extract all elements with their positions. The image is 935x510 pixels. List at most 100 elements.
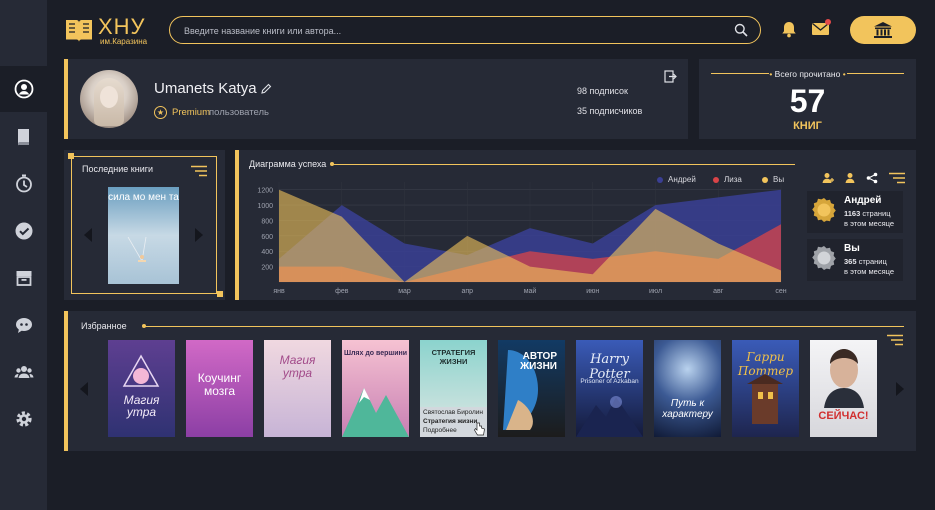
favorite-book-cover[interactable]: Harry Potter Prisoner of Azkaban	[576, 340, 643, 437]
logo-subtitle: им.Каразина	[100, 37, 148, 46]
x-tick-label: сен	[775, 288, 786, 295]
logout-icon[interactable]	[664, 70, 677, 83]
x-tick-label: янв	[273, 288, 285, 295]
book-title: СТРАТЕГИЯ ЖИЗНИ	[431, 348, 476, 366]
premium-user-label: пользователь	[209, 107, 269, 118]
gear-icon	[15, 411, 32, 427]
y-tick-label: 1000	[257, 203, 273, 210]
y-tick-label: 1200	[257, 188, 273, 195]
book-cover-title: сила мо мен та	[108, 192, 179, 203]
y-tick-label: 600	[261, 234, 273, 241]
accent-bar	[235, 150, 239, 300]
favorite-book-cover[interactable]: АВТОР ЖИЗНИ	[498, 340, 565, 437]
book-title: Шлях до вершини	[343, 350, 408, 357]
book-cover[interactable]: сила мо мен та	[108, 187, 179, 284]
edit-pencil-icon[interactable]	[260, 83, 272, 95]
x-tick-label: фев	[335, 288, 349, 295]
rank-card[interactable]: Вы 365 страниц в этом месяце	[807, 239, 903, 281]
subscribers-count[interactable]: 35 подписчиков	[577, 106, 642, 116]
accent-bar	[64, 59, 68, 139]
favorite-book-cover[interactable]: СЕЙЧАС!	[810, 340, 877, 437]
premium-label: Premium	[172, 107, 211, 118]
book-title: СЕЙЧАС!	[818, 410, 869, 422]
x-tick-label: июн	[586, 288, 599, 295]
menu-icon[interactable]	[887, 334, 903, 346]
success-area-chart: 1200 1000 800 600 400 200 янв фев мар апр май июн ию…	[257, 182, 787, 295]
rank-pages: 365 страниц	[844, 257, 887, 266]
x-tick-label: май	[524, 287, 537, 295]
rank-name: Андрей	[844, 195, 882, 206]
x-tick-label: апр	[461, 288, 473, 295]
sidebar-item-chat[interactable]	[0, 302, 47, 348]
university-building-icon	[874, 22, 892, 38]
sidebar-item-profile[interactable]	[0, 66, 47, 112]
stopwatch-icon	[15, 174, 32, 193]
prev-arrow-icon[interactable]	[84, 228, 92, 242]
favorites-title: Избранное	[81, 321, 127, 331]
sidebar-item-library[interactable]	[0, 114, 47, 160]
y-tick-label: 800	[261, 218, 273, 225]
sidebar-item-friends[interactable]	[0, 349, 47, 395]
divider	[144, 326, 904, 327]
user-icon	[14, 79, 33, 99]
hover-author: Святослав Биролин	[423, 409, 484, 416]
chat-icon	[15, 318, 32, 333]
search-bar	[169, 16, 761, 44]
y-tick-label: 400	[261, 249, 273, 256]
favorite-book-cover[interactable]: Магия утра	[264, 340, 331, 437]
rank-pages: 1163 страниц	[844, 209, 891, 218]
rank-name: Вы	[844, 243, 860, 254]
premium-star-icon: ★	[154, 106, 167, 119]
add-user-icon[interactable]	[822, 172, 834, 184]
next-arrow-icon[interactable]	[195, 228, 203, 242]
bell-icon[interactable]	[780, 20, 798, 38]
prev-arrow-icon[interactable]	[80, 382, 88, 396]
open-book-logo-icon	[66, 20, 92, 42]
user-icon[interactable]	[844, 172, 856, 184]
favorite-book-cover[interactable]: СТРАТЕГИЯ ЖИЗНИ Святослав Биролин Страте…	[420, 340, 487, 437]
frame-corner	[68, 153, 74, 159]
favorite-book-cover[interactable]: Коучинг мозга	[186, 340, 253, 437]
divider	[331, 164, 795, 165]
sidebar	[0, 0, 47, 510]
favorites-panel: Избранное Магия утра Коучинг мозга Магия…	[64, 311, 916, 451]
gold-medal-icon	[812, 198, 836, 222]
rank-card[interactable]: Андрей 1163 страниц в этом месяце	[807, 191, 903, 233]
x-tick-label: мар	[398, 288, 411, 295]
menu-icon[interactable]	[889, 172, 905, 184]
search-input[interactable]	[184, 22, 724, 39]
sidebar-item-settings[interactable]	[0, 396, 47, 442]
search-icon[interactable]	[734, 23, 748, 37]
last-books-panel: Последние книги сила мо мен та	[64, 150, 225, 300]
favorite-book-cover[interactable]: Магия утра	[108, 340, 175, 437]
x-tick-label: авг	[713, 288, 724, 295]
book-subtitle: Prisoner of Azkaban	[580, 378, 639, 385]
rank-period: в этом месяце	[844, 219, 895, 228]
logo[interactable]: ХНУ им.Каразина	[64, 14, 156, 48]
total-read-unit: КНИГ	[793, 120, 822, 132]
subscriptions-count[interactable]: 98 подписок	[577, 86, 628, 96]
sidebar-item-history[interactable]	[0, 160, 47, 206]
y-tick-label: 200	[261, 265, 273, 272]
avatar[interactable]	[80, 70, 138, 128]
next-arrow-icon[interactable]	[896, 382, 904, 396]
x-tick-label: июл	[649, 288, 662, 295]
archive-icon	[16, 271, 31, 286]
favorite-book-cover[interactable]: Гарри Поттер	[732, 340, 799, 437]
favorite-book-cover[interactable]: Путь к характеру	[654, 340, 721, 437]
favorite-book-cover[interactable]: Шлях до вершини	[342, 340, 409, 437]
book-title: Магия утра	[123, 393, 160, 419]
sidebar-item-completed[interactable]	[0, 208, 47, 254]
sidebar-item-archive[interactable]	[0, 255, 47, 301]
mail-notification-dot	[825, 19, 831, 25]
check-badge-icon	[15, 222, 32, 240]
chart-title: Диаграмма успеха	[249, 159, 327, 169]
university-button[interactable]	[850, 16, 916, 44]
frame-corner	[217, 291, 223, 297]
hover-more-link[interactable]: Подробнее	[423, 427, 457, 434]
silver-medal-icon	[812, 246, 836, 270]
book-title: Магия утра	[279, 353, 316, 380]
share-icon[interactable]	[866, 172, 878, 184]
menu-icon[interactable]	[191, 165, 207, 177]
total-read-label: • Всего прочитано •	[769, 69, 846, 79]
